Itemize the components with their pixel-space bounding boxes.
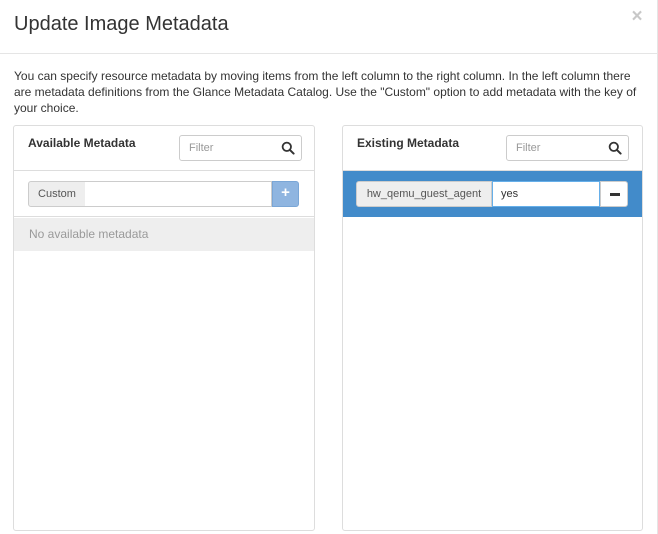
custom-key-input[interactable] — [85, 181, 272, 207]
available-filter-group — [179, 135, 302, 161]
search-icon[interactable] — [608, 141, 622, 155]
existing-metadata-item[interactable]: hw_qemu_guest_agent — [343, 171, 642, 217]
search-icon[interactable] — [281, 141, 295, 155]
existing-filter-input[interactable] — [507, 136, 599, 160]
available-metadata-panel: Available Metadata Custom + No available… — [13, 125, 315, 531]
metadata-value-input[interactable] — [492, 181, 600, 207]
modal-header: Update Image Metadata × — [0, 0, 657, 54]
add-custom-button[interactable]: + — [272, 181, 299, 207]
existing-filter-group — [506, 135, 629, 161]
existing-metadata-heading: Existing Metadata — [343, 126, 642, 171]
custom-metadata-row: Custom + — [14, 171, 314, 217]
custom-label: Custom — [28, 181, 86, 207]
close-button[interactable]: × — [628, 7, 646, 27]
no-available-metadata-message: No available metadata — [14, 218, 314, 251]
remove-metadata-button[interactable] — [600, 181, 628, 207]
modal-description: You can specify resource metadata by mov… — [14, 69, 637, 115]
available-metadata-title: Available Metadata — [28, 136, 136, 150]
modal-title: Update Image Metadata — [14, 13, 229, 35]
available-filter-input[interactable] — [180, 136, 272, 160]
available-metadata-heading: Available Metadata — [14, 126, 314, 171]
minus-icon — [610, 193, 620, 196]
metadata-key-label: hw_qemu_guest_agent — [356, 181, 492, 207]
update-image-metadata-modal: Update Image Metadata × You can specify … — [0, 0, 658, 534]
existing-metadata-title: Existing Metadata — [357, 136, 460, 150]
existing-metadata-panel: Existing Metadata hw_qemu_guest_agent — [342, 125, 643, 531]
